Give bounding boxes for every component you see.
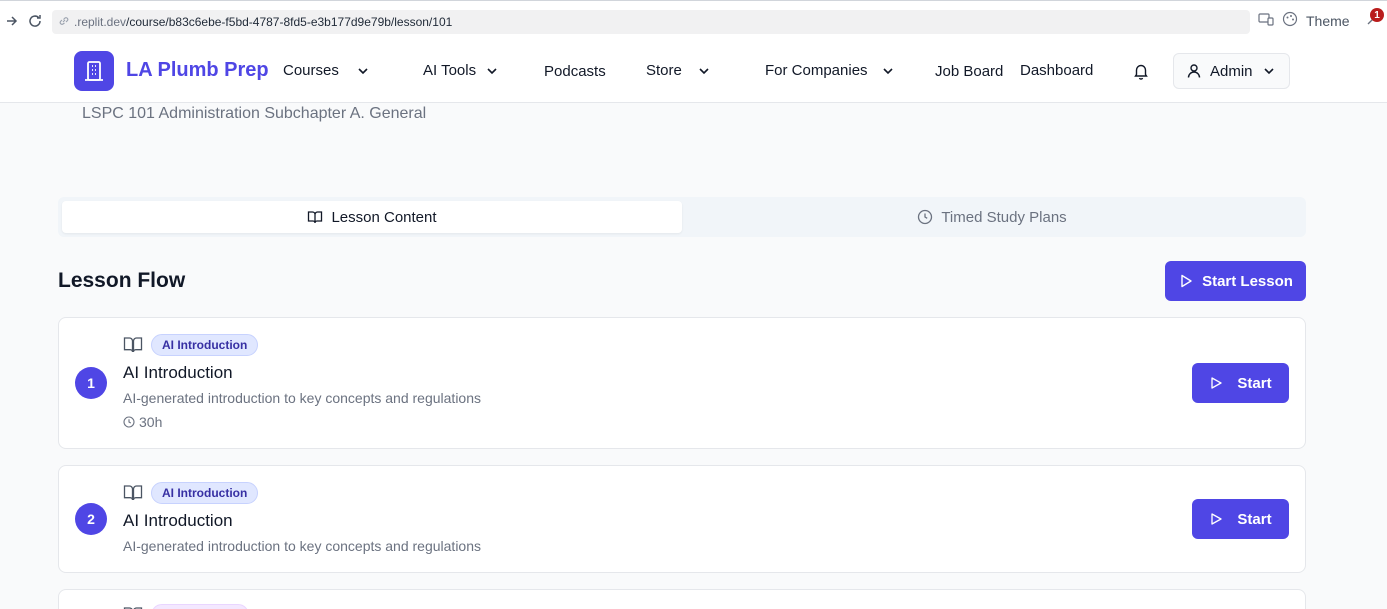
browser-toolbar: .replit.dev /course/b83c6ebe-f5bd-4787-8… <box>0 0 1387 40</box>
chevron-down-icon <box>1263 68 1274 75</box>
lesson-card-header: AI Introduction <box>123 482 259 504</box>
nav-dashboard[interactable]: Dashboard <box>1020 62 1093 79</box>
chevron-down-icon <box>699 67 709 74</box>
url-path: /course/b83c6ebe-f5bd-4787-8fd5-e3b177d9… <box>126 15 453 29</box>
nav-for-companies-label: For Companies <box>765 62 868 79</box>
play-icon <box>1211 377 1223 389</box>
app-header: LA Plumb Prep Courses AI Tools Podcasts … <box>0 40 1387 103</box>
nav-courses-label: Courses <box>283 62 339 79</box>
link-icon <box>58 15 70 30</box>
book-open-icon <box>308 211 323 224</box>
lesson-tabs: Lesson Content Timed Study Plans <box>58 197 1306 237</box>
lesson-type-badge: AI Introduction <box>151 482 259 504</box>
user-menu-button[interactable]: Admin <box>1173 53 1290 89</box>
lesson-card <box>58 589 1306 609</box>
nav-for-companies[interactable]: For Companies <box>765 62 896 79</box>
bell-icon[interactable] <box>1132 62 1150 80</box>
start-button[interactable]: Start <box>1192 363 1289 403</box>
tab-timed-study-plans-label: Timed Study Plans <box>941 208 1067 226</box>
nav-podcasts-label: Podcasts <box>544 63 606 80</box>
lesson-card-header: AI Introduction <box>123 334 259 356</box>
notification-badge: 1 <box>1370 8 1384 22</box>
nav-ai-tools[interactable]: AI Tools <box>423 62 500 79</box>
play-icon <box>1181 274 1192 288</box>
building-icon <box>85 61 103 81</box>
lesson-subtitle: LSPC 101 Administration Subchapter A. Ge… <box>82 105 427 122</box>
nav-job-board[interactable]: Job Board <box>935 63 1003 80</box>
devices-icon[interactable] <box>1258 12 1274 29</box>
logo[interactable] <box>74 51 114 91</box>
lesson-card: 1 AI Introduction AI Introduction AI-gen… <box>58 317 1306 449</box>
browser-actions: Theme <box>1258 11 1380 30</box>
book-open-icon <box>123 337 143 353</box>
lesson-card: 2 AI Introduction AI Introduction AI-gen… <box>58 465 1306 573</box>
theme-label[interactable]: Theme <box>1306 13 1350 29</box>
user-menu-label: Admin <box>1210 62 1253 80</box>
start-lesson-label: Start Lesson <box>1202 272 1293 290</box>
forward-icon[interactable] <box>0 9 24 33</box>
chevron-down-icon <box>487 67 497 74</box>
user-icon <box>1187 64 1201 78</box>
chevron-down-icon <box>882 67 893 74</box>
lesson-title: AI Introduction <box>123 511 233 530</box>
lesson-type-badge <box>151 604 249 609</box>
play-icon <box>1211 513 1223 525</box>
lesson-description: AI-generated introduction to key concept… <box>123 390 482 406</box>
palette-icon[interactable] <box>1282 11 1298 30</box>
nav-store[interactable]: Store <box>646 62 712 79</box>
lesson-card-header <box>123 604 249 609</box>
brand-name[interactable]: LA Plumb Prep <box>126 59 269 82</box>
start-button[interactable]: Start <box>1192 499 1289 539</box>
nav-ai-tools-label: AI Tools <box>423 62 477 79</box>
reload-icon[interactable] <box>23 9 47 33</box>
lesson-description: AI-generated introduction to key concept… <box>123 538 482 554</box>
tab-lesson-content[interactable]: Lesson Content <box>62 201 682 233</box>
tab-timed-study-plans[interactable]: Timed Study Plans <box>682 201 1302 233</box>
clock-icon <box>123 416 135 428</box>
nav-podcasts[interactable]: Podcasts <box>544 63 606 80</box>
tab-lesson-content-label: Lesson Content <box>331 208 437 226</box>
nav-store-label: Store <box>646 62 682 79</box>
lesson-flow-title: Lesson Flow <box>58 269 186 292</box>
start-lesson-button[interactable]: Start Lesson <box>1165 261 1306 301</box>
lesson-type-badge: AI Introduction <box>151 334 259 356</box>
lesson-duration-label: 30h <box>139 414 163 430</box>
lesson-number: 1 <box>75 367 107 399</box>
nav-job-board-label: Job Board <box>935 63 1004 80</box>
lesson-number: 2 <box>75 503 107 535</box>
nav-dashboard-label: Dashboard <box>1020 62 1094 79</box>
nav-courses[interactable]: Courses <box>283 62 371 79</box>
chevron-down-icon <box>358 67 368 74</box>
start-button-label: Start <box>1237 510 1272 528</box>
lesson-title: AI Introduction <box>123 363 233 382</box>
book-open-icon <box>123 485 143 501</box>
clock-icon <box>918 209 933 225</box>
lesson-duration: 30h <box>123 414 162 430</box>
address-bar[interactable]: .replit.dev /course/b83c6ebe-f5bd-4787-8… <box>52 10 1250 34</box>
start-button-label: Start <box>1237 374 1272 392</box>
url-domain: .replit.dev <box>74 15 127 29</box>
